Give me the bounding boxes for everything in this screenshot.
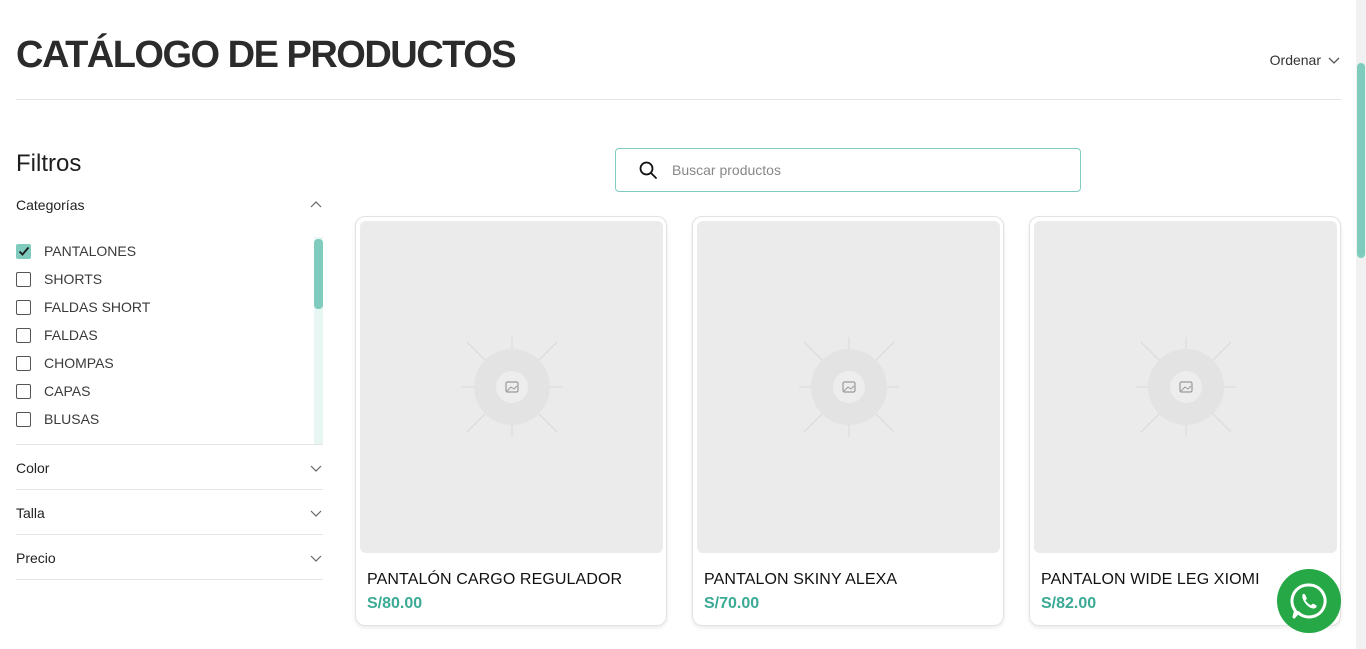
- checkbox-checked[interactable]: [16, 243, 31, 259]
- category-scroll-thumb[interactable]: [314, 239, 323, 309]
- categories-label: Categorías: [16, 197, 85, 213]
- talla-toggle[interactable]: Talla: [16, 490, 323, 535]
- category-label: FALDAS SHORT: [44, 299, 151, 315]
- category-list-container: PANTALONES SHORTS FALDAS SHORT FALDAS CH…: [16, 237, 323, 445]
- checkmark-icon: [18, 246, 29, 256]
- filter-section-precio: Precio: [16, 535, 323, 580]
- category-list: PANTALONES SHORTS FALDAS SHORT FALDAS CH…: [16, 237, 323, 433]
- page-header: CATÁLOGO DE PRODUCTOS Ordenar: [16, 0, 1341, 100]
- whatsapp-button[interactable]: [1277, 569, 1341, 633]
- category-item-faldas[interactable]: FALDAS: [16, 321, 323, 349]
- chevron-down-icon: [310, 555, 322, 562]
- product-image[interactable]: [697, 221, 1000, 553]
- sort-label: Ordenar: [1269, 52, 1321, 68]
- checkbox[interactable]: [16, 271, 31, 287]
- precio-label: Precio: [16, 549, 56, 566]
- chevron-up-icon: [310, 201, 322, 208]
- filter-section-talla: Talla: [16, 490, 323, 535]
- precio-toggle[interactable]: Precio: [16, 535, 323, 580]
- checkbox[interactable]: [16, 411, 31, 427]
- product-price: S/80.00: [367, 595, 423, 612]
- category-item-faldas-short[interactable]: FALDAS SHORT: [16, 293, 323, 321]
- product-image[interactable]: [1034, 221, 1337, 553]
- category-item-chompas[interactable]: CHOMPAS: [16, 349, 323, 377]
- search-bar[interactable]: [615, 148, 1081, 192]
- checkbox[interactable]: [16, 327, 31, 343]
- filters-title: Filtros: [16, 150, 82, 177]
- filters-sidebar: Filtros Categorías PANTALONES SHORTS FAL…: [16, 150, 323, 580]
- product-price: S/70.00: [704, 595, 760, 612]
- product-card[interactable]: PANTALON WIDE LEG XIOMI S/82.00: [1029, 216, 1341, 626]
- image-placeholder-icon: [461, 337, 562, 437]
- product-grid: PANTALÓN CARGO REGULADOR S/80.00 PANTALO…: [355, 216, 1341, 626]
- product-price: S/82.00: [1041, 595, 1097, 612]
- category-item-pantalones[interactable]: PANTALONES: [16, 237, 323, 265]
- product-name[interactable]: PANTALÓN CARGO REGULADOR: [367, 571, 622, 589]
- search-input[interactable]: [672, 162, 1052, 178]
- image-placeholder-icon: [1135, 337, 1236, 437]
- category-label: BLUSAS: [44, 411, 100, 427]
- category-item-blusas[interactable]: BLUSAS: [16, 405, 323, 433]
- search-icon: [639, 161, 657, 179]
- category-item-shorts[interactable]: SHORTS: [16, 265, 323, 293]
- checkbox[interactable]: [16, 383, 31, 399]
- checkbox[interactable]: [16, 355, 31, 371]
- whatsapp-icon: [1290, 583, 1327, 619]
- product-card[interactable]: PANTALON SKINY ALEXA S/70.00: [692, 216, 1004, 626]
- page-scrollbar[interactable]: [1356, 0, 1366, 649]
- category-label: PANTALONES: [44, 243, 137, 259]
- color-toggle[interactable]: Color: [16, 445, 323, 490]
- chevron-down-icon: [310, 510, 322, 517]
- product-image[interactable]: [360, 221, 663, 553]
- category-label: CAPAS: [44, 383, 91, 399]
- filter-section-color: Color: [16, 445, 323, 490]
- checkbox[interactable]: [16, 299, 31, 315]
- talla-label: Talla: [16, 504, 45, 521]
- product-name[interactable]: PANTALON WIDE LEG XIOMI: [1041, 571, 1260, 589]
- category-label: SHORTS: [44, 271, 103, 287]
- color-label: Color: [16, 459, 50, 476]
- page-title: CATÁLOGO DE PRODUCTOS: [16, 34, 517, 76]
- image-placeholder-icon: [798, 337, 899, 437]
- category-item-capas[interactable]: CAPAS: [16, 377, 323, 405]
- chevron-down-icon: [310, 465, 322, 472]
- sort-dropdown[interactable]: Ordenar: [1270, 52, 1341, 68]
- product-card[interactable]: PANTALÓN CARGO REGULADOR S/80.00: [355, 216, 667, 626]
- category-scroll-track[interactable]: [314, 237, 323, 444]
- product-name[interactable]: PANTALON SKINY ALEXA: [704, 571, 897, 589]
- category-label: CHOMPAS: [44, 355, 114, 371]
- chevron-down-icon: [1328, 57, 1340, 64]
- page-scrollbar-thumb[interactable]: [1357, 63, 1365, 258]
- categories-toggle[interactable]: Categorías: [16, 195, 323, 215]
- category-label: FALDAS: [44, 327, 98, 343]
